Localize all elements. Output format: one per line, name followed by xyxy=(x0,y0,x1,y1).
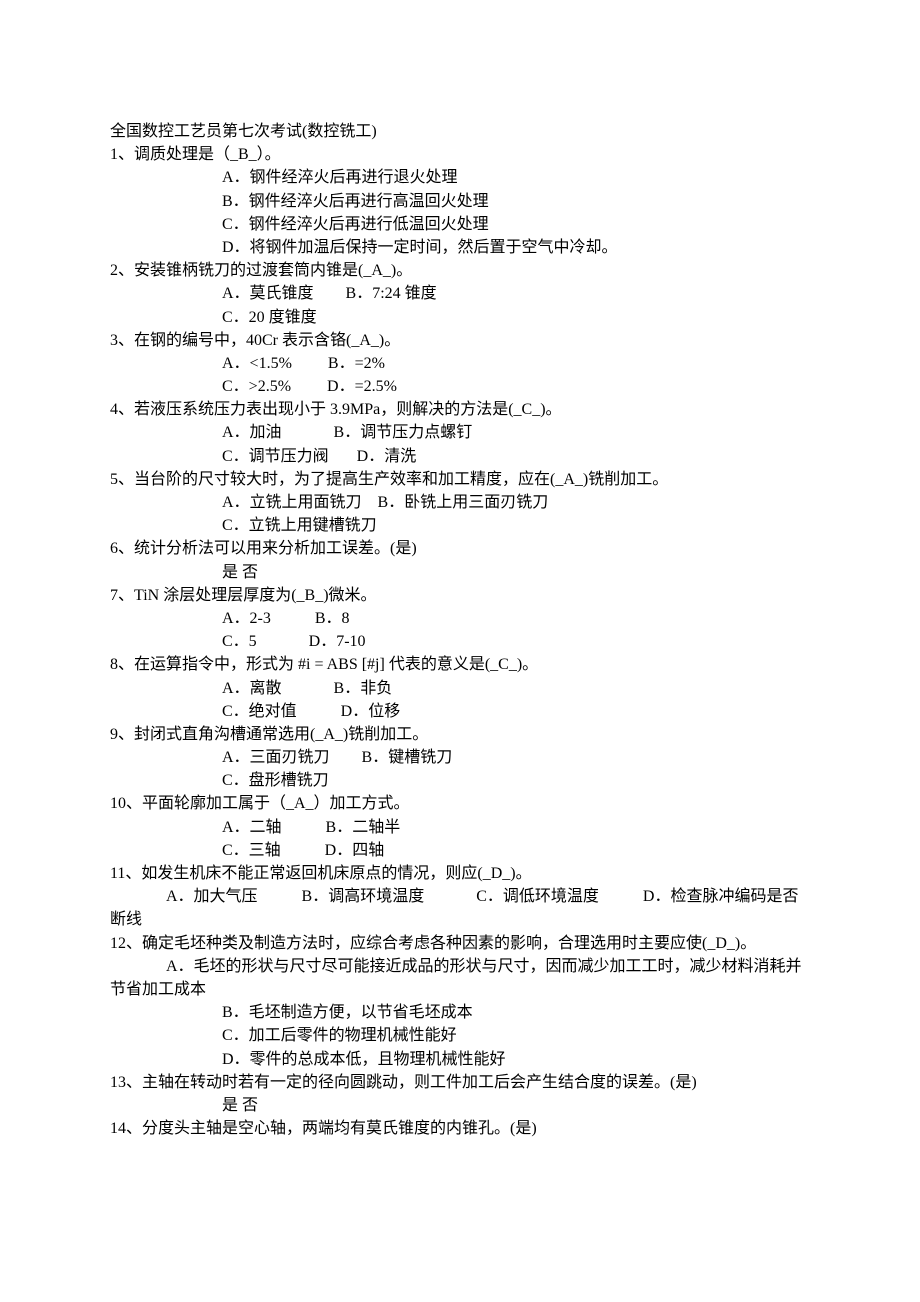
q4-opts-2: C．调节压力阀 D．清洗 xyxy=(110,445,810,468)
q1-opt-a: A．钢件经淬火后再进行退火处理 xyxy=(110,166,810,189)
q3-stem: 3、在钢的编号中，40Cr 表示含铬(_A_)。 xyxy=(110,329,810,352)
q12-stem: 12、确定毛坯种类及制造方法时，应综合考虑各种因素的影响，合理选用时主要应使(_… xyxy=(110,932,810,955)
q1-opt-b: B．钢件经淬火后再进行高温回火处理 xyxy=(110,190,810,213)
q4-opts-1: A．加油 B．调节压力点螺钉 xyxy=(110,421,810,444)
q7-opts-2: C．5 D．7-10 xyxy=(110,630,810,653)
q7-opts-1: A．2-3 B．8 xyxy=(110,607,810,630)
q1-opt-d: D．将钢件加温后保持一定时间，然后置于空气中冷却。 xyxy=(110,236,810,259)
q11-opts: A．加大气压 B．调高环境温度 C．调低环境温度 D．检查脉冲编码是否断线 xyxy=(110,885,810,931)
q13-stem: 13、主轴在转动时若有一定的径向圆跳动，则工件加工后会产生结合度的误差。(是) xyxy=(110,1071,810,1094)
q11-stem: 11、如发生机床不能正常返回机床原点的情况，则应(_D_)。 xyxy=(110,862,810,885)
q10-opts-1: A．二轴 B．二轴半 xyxy=(110,816,810,839)
q12-opt-b: B．毛坯制造方便，以节省毛坯成本 xyxy=(110,1001,810,1024)
q12-opt-a: A．毛坯的形状与尺寸尽可能接近成品的形状与尺寸，因而减少加工工时，减少材料消耗并… xyxy=(110,955,810,1001)
q6-opts: 是 否 xyxy=(110,561,810,584)
q9-opts-2: C．盘形槽铣刀 xyxy=(110,769,810,792)
q7-stem: 7、TiN 涂层处理层厚度为(_B_)微米。 xyxy=(110,584,810,607)
q5-stem: 5、当台阶的尺寸较大时，为了提高生产效率和加工精度，应在(_A_)铣削加工。 xyxy=(110,468,810,491)
q5-opts-2: C．立铣上用键槽铣刀 xyxy=(110,514,810,537)
q4-stem: 4、若液压系统压力表出现小于 3.9MPa，则解决的方法是(_C_)。 xyxy=(110,398,810,421)
q9-opts-1: A．三面刃铣刀 B．键槽铣刀 xyxy=(110,746,810,769)
q14-stem: 14、分度头主轴是空心轴，两端均有莫氏锥度的内锥孔。(是) xyxy=(110,1117,810,1140)
q1-stem: 1、调质处理是（_B_）。 xyxy=(110,143,810,166)
q3-opts-2: C．>2.5% D．=2.5% xyxy=(110,375,810,398)
q5-opts-1: A．立铣上用面铣刀 B．卧铣上用三面刃铣刀 xyxy=(110,491,810,514)
q9-stem: 9、封闭式直角沟槽通常选用(_A_)铣削加工。 xyxy=(110,723,810,746)
q2-stem: 2、安装锥柄铣刀的过渡套筒内锥是(_A_)。 xyxy=(110,259,810,282)
q8-opts-1: A．离散 B．非负 xyxy=(110,677,810,700)
q8-stem: 8、在运算指令中，形式为 #i = ABS [#j] 代表的意义是(_C_)。 xyxy=(110,653,810,676)
q8-opts-2: C．绝对值 D．位移 xyxy=(110,700,810,723)
q12-opt-c: C．加工后零件的物理机械性能好 xyxy=(110,1024,810,1047)
q6-stem: 6、统计分析法可以用来分析加工误差。(是) xyxy=(110,537,810,560)
exam-title: 全国数控工艺员第七次考试(数控铣工) xyxy=(110,120,810,143)
q2-opts-2: C．20 度锥度 xyxy=(110,306,810,329)
q2-opts-1: A．莫氏锥度 B．7:24 锥度 xyxy=(110,282,810,305)
q1-opt-c: C．钢件经淬火后再进行低温回火处理 xyxy=(110,213,810,236)
q13-opts: 是 否 xyxy=(110,1094,810,1117)
q12-opt-d: D．零件的总成本低，且物理机械性能好 xyxy=(110,1048,810,1071)
q3-opts-1: A．<1.5% B．=2% xyxy=(110,352,810,375)
q10-opts-2: C．三轴 D．四轴 xyxy=(110,839,810,862)
q10-stem: 10、平面轮廓加工属于（_A_）加工方式。 xyxy=(110,792,810,815)
